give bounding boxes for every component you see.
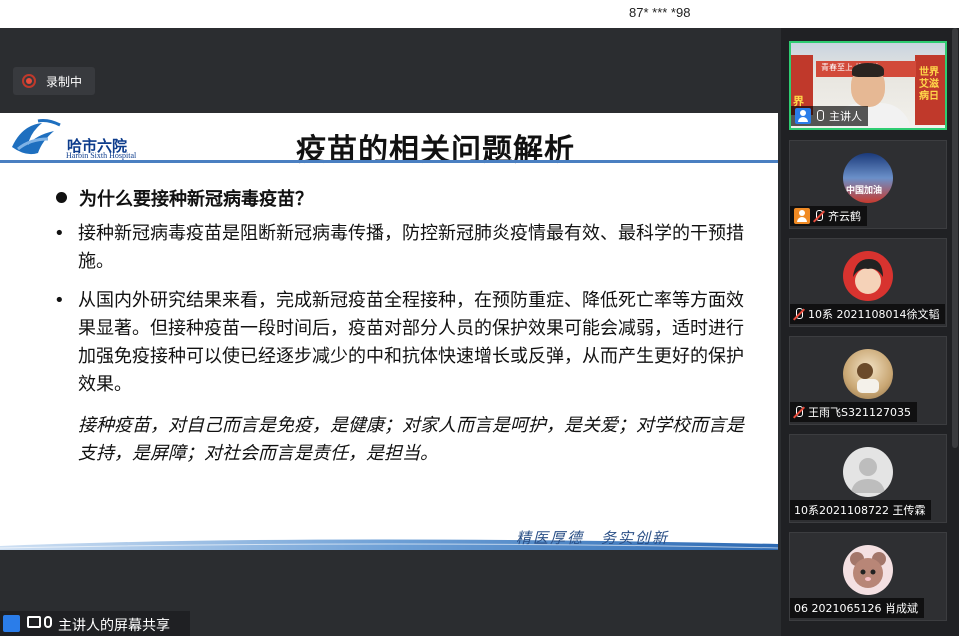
- avatar-face-icon: [853, 259, 883, 294]
- record-icon: [22, 74, 36, 88]
- hospital-logo: 哈市六院 Harbin Sixth Hospital: [8, 117, 148, 161]
- avatar: 中国加油: [843, 153, 893, 203]
- top-bar: 87* *** *98: [0, 0, 959, 28]
- avatar-photo-icon: [857, 363, 879, 393]
- mic-muted-icon: [814, 209, 824, 223]
- paragraph-1-text: 接种新冠病毒疫苗是阻断新冠病毒传播，防控新冠肺炎疫情最有效、最科学的干预措施。: [78, 223, 744, 272]
- participant-name-tag: 主讲人: [791, 106, 868, 126]
- participant-panel: 界 青春至上 携手共 世界艾滋病日 主讲人 中国加油 齐云鹤 10系 20211…: [781, 28, 959, 636]
- bullet-icon: •: [54, 290, 65, 311]
- participant-tile[interactable]: 06 2021065126 肖成斌: [789, 532, 947, 621]
- avatar-text: 中国加油: [846, 186, 883, 196]
- cohost-user-icon: [794, 208, 810, 224]
- bullet-icon: [56, 192, 67, 203]
- paragraph-3: 接种疫苗，对自己而言是免疫，是健康；对家人而言是呵护，是关爱；对学校而言是支持，…: [78, 415, 744, 464]
- participant-name: 齐云鹤: [828, 210, 861, 223]
- host-user-icon: [795, 108, 811, 124]
- participant-name-tag: 齐云鹤: [790, 206, 867, 226]
- meeting-id: 87* *** *98: [629, 5, 691, 20]
- participant-name: 10系2021108722 王传霖: [794, 504, 926, 517]
- presentation-slide: 哈市六院 Harbin Sixth Hospital 疫苗的相关问题解析 为什么…: [0, 113, 778, 550]
- participant-tile[interactable]: 10系2021108722 王传霖: [789, 434, 947, 523]
- paragraph-2: • 从国内外研究结果来看，完成新冠疫苗全程接种，在预防重症、降低死亡率等方面效果显…: [54, 287, 758, 399]
- mic-icon: [44, 616, 52, 628]
- paragraph-1: • 接种新冠病毒疫苗是阻断新冠病毒传播，防控新冠肺炎疫情最有效、最科学的干预措施。: [54, 220, 758, 276]
- participant-name: 06 2021065126 肖成斌: [794, 602, 918, 615]
- logo-english-name: Harbin Sixth Hospital: [66, 151, 137, 160]
- screen-share-text: 主讲人的屏幕共享: [58, 618, 170, 634]
- slogan: 精医厚德 务实创新: [516, 529, 670, 547]
- bullet-icon: •: [54, 223, 65, 244]
- mic-muted-icon: [794, 307, 804, 321]
- question-heading: 为什么要接种新冠病毒疫苗？: [56, 185, 313, 211]
- recording-indicator[interactable]: 录制中: [13, 67, 95, 95]
- video-sign-right: 世界艾滋病日: [919, 67, 939, 102]
- paragraph-2-text: 从国内外研究结果来看，完成新冠疫苗全程接种，在预防重症、降低死亡率等方面效果显著…: [78, 290, 744, 395]
- screen-share-label: 主讲人的屏幕共享: [0, 611, 190, 636]
- participant-name: 10系 2021108014徐文韬: [808, 308, 940, 321]
- avatar: [843, 349, 893, 399]
- avatar: [843, 447, 893, 497]
- participant-name-tag: 10系2021108722 王传霖: [790, 500, 932, 520]
- default-avatar-icon: [851, 458, 885, 493]
- screen-share-icon: [27, 616, 41, 628]
- avatar-cartoon-icon: [850, 552, 886, 588]
- question-text: 为什么要接种新冠病毒疫苗？: [79, 189, 313, 210]
- participant-name-tag: 10系 2021108014徐文韬: [790, 304, 946, 324]
- participant-tile[interactable]: 中国加油 齐云鹤: [789, 140, 947, 229]
- avatar: [843, 251, 893, 301]
- hospital-logo-icon: [12, 119, 61, 155]
- user-icon: [3, 615, 20, 632]
- participant-name-tag: 06 2021065126 肖成斌: [790, 598, 924, 618]
- participant-name: 主讲人: [829, 110, 862, 123]
- participant-scrollbar[interactable]: [952, 28, 958, 448]
- mic-icon: [815, 109, 825, 123]
- participant-name: 王雨飞S321127035: [808, 406, 911, 419]
- participant-tile[interactable]: 王雨飞S321127035: [789, 336, 947, 425]
- recording-label: 录制中: [46, 75, 83, 89]
- title-divider: [0, 160, 778, 163]
- avatar: [843, 545, 893, 595]
- mic-muted-icon: [794, 405, 804, 419]
- participant-name-tag: 王雨飞S321127035: [790, 402, 917, 422]
- participant-tile[interactable]: 10系 2021108014徐文韬: [789, 238, 947, 327]
- participant-tile-host[interactable]: 界 青春至上 携手共 世界艾滋病日 主讲人: [789, 41, 947, 130]
